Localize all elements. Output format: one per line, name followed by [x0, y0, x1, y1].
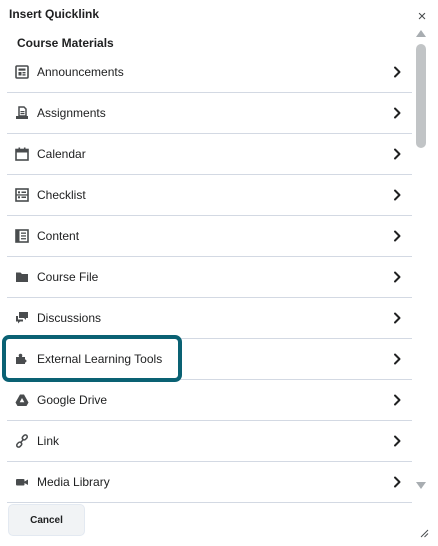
list-item-label: Link: [37, 434, 60, 448]
close-button[interactable]: ×: [414, 8, 430, 24]
list-item-label: Course File: [37, 270, 99, 284]
folder-icon: [15, 270, 29, 284]
list-item-label: External Learning Tools: [37, 352, 163, 366]
chevron-right-icon: [392, 394, 402, 406]
chevron-right-icon: [392, 476, 402, 488]
vertical-scrollbar[interactable]: [414, 28, 428, 492]
list-item-course-file[interactable]: Course File: [7, 257, 412, 298]
section-heading: Course Materials: [17, 36, 114, 50]
chevron-right-icon: [392, 148, 402, 160]
content-icon: [15, 229, 29, 243]
announcements-icon: [15, 65, 29, 79]
list-item-announcements[interactable]: Announcements: [7, 52, 412, 93]
chevron-right-icon: [392, 107, 402, 119]
list-item-content[interactable]: Content: [7, 216, 412, 257]
list-item-assignments[interactable]: Assignments: [7, 93, 412, 134]
chevron-right-icon: [392, 353, 402, 365]
list-item-label: Discussions: [37, 311, 102, 325]
list-item-link[interactable]: Link: [7, 421, 412, 462]
discussions-icon: [15, 311, 29, 325]
list-item-label: Announcements: [37, 65, 124, 79]
dialog-title: Insert Quicklink: [9, 7, 100, 21]
list-item-checklist[interactable]: Checklist: [7, 175, 412, 216]
calendar-icon: [15, 147, 29, 161]
list-item-media-library[interactable]: Media Library: [7, 462, 412, 503]
close-icon: ×: [417, 7, 427, 25]
assignments-icon: [15, 106, 29, 120]
list-item-discussions[interactable]: Discussions: [7, 298, 412, 339]
google-drive-icon: [15, 393, 29, 407]
chevron-right-icon: [392, 271, 402, 283]
list-item-label: Calendar: [37, 147, 86, 161]
puzzle-icon: [15, 352, 29, 366]
video-camera-icon: [15, 475, 29, 489]
scrollbar-thumb[interactable]: [416, 44, 426, 148]
chevron-right-icon: [392, 312, 402, 324]
chevron-right-icon: [392, 435, 402, 447]
list-item-label: Checklist: [37, 188, 86, 202]
checklist-icon: [15, 188, 29, 202]
list-item-label: Assignments: [37, 106, 106, 120]
list-item-label: Content: [37, 229, 80, 243]
list-item-calendar[interactable]: Calendar: [7, 134, 412, 175]
chevron-right-icon: [392, 230, 402, 242]
scroll-up-arrow-icon[interactable]: [416, 30, 426, 37]
chevron-right-icon: [392, 189, 402, 201]
list-item-label: Google Drive: [37, 393, 108, 407]
list-item-label: Media Library: [37, 475, 110, 489]
quicklink-list: Announcements Assignments Calendar Check…: [7, 52, 412, 503]
cancel-button[interactable]: Cancel: [8, 504, 85, 536]
list-item-external-learning-tools[interactable]: External Learning Tools: [7, 339, 412, 380]
link-icon: [15, 434, 29, 448]
resize-grip-icon[interactable]: [419, 525, 429, 538]
chevron-right-icon: [392, 66, 402, 78]
scroll-down-arrow-icon[interactable]: [416, 482, 426, 489]
list-item-google-drive[interactable]: Google Drive: [7, 380, 412, 421]
